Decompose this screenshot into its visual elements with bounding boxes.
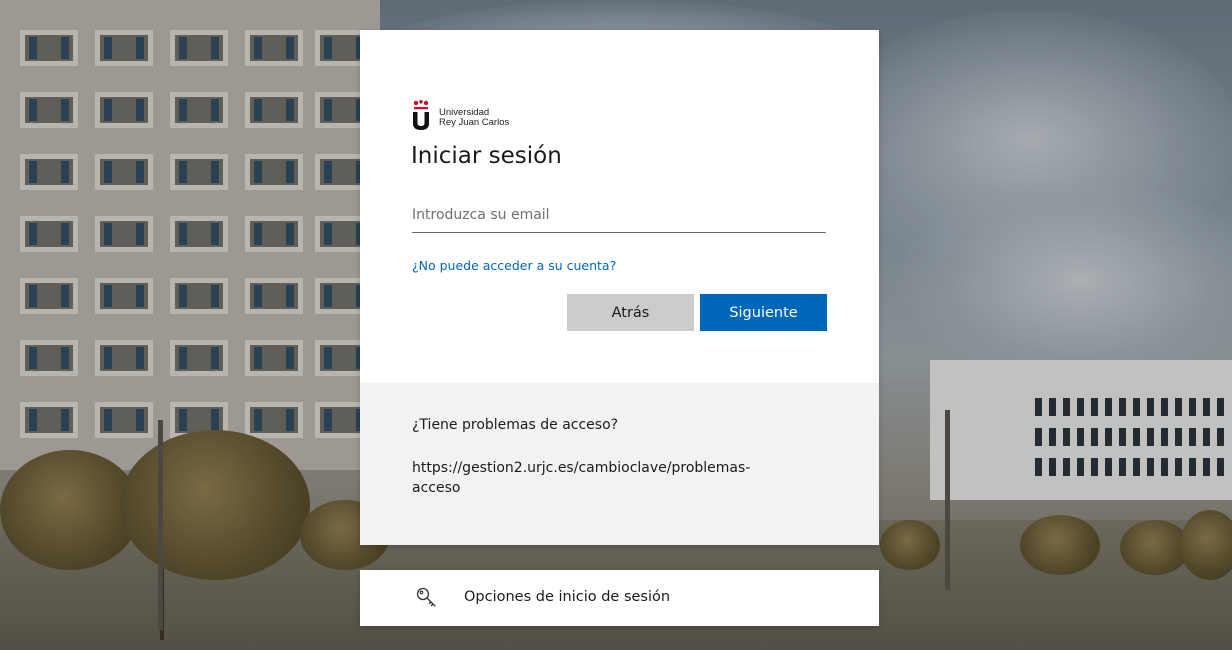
access-help-url: https://gestion2.urjc.es/cambioclave/pro… xyxy=(412,460,751,496)
logo-text: Universidad Rey Juan Carlos xyxy=(439,108,509,128)
login-card-main: Universidad Rey Juan Carlos Iniciar sesi… xyxy=(360,30,879,383)
key-icon xyxy=(416,587,436,607)
urjc-logo-icon xyxy=(413,100,429,130)
page-title: Iniciar sesión xyxy=(411,143,562,169)
access-help-section: ¿Tiene problemas de acceso? https://gest… xyxy=(360,383,879,545)
email-field[interactable] xyxy=(412,198,826,233)
signin-options-label: Opciones de inicio de sesión xyxy=(464,589,671,605)
logo-line-2: Rey Juan Carlos xyxy=(439,117,510,128)
access-help-title: ¿Tiene problemas de acceso? xyxy=(412,417,619,433)
cant-access-account-link[interactable]: ¿No puede acceder a su cuenta? xyxy=(412,258,616,273)
signin-options-button[interactable]: Opciones de inicio de sesión xyxy=(360,570,879,626)
next-button[interactable]: Siguiente xyxy=(700,294,827,331)
university-logo: Universidad Rey Juan Carlos xyxy=(412,100,612,132)
login-card: Universidad Rey Juan Carlos Iniciar sesi… xyxy=(360,30,879,545)
back-button[interactable]: Atrás xyxy=(567,294,694,331)
